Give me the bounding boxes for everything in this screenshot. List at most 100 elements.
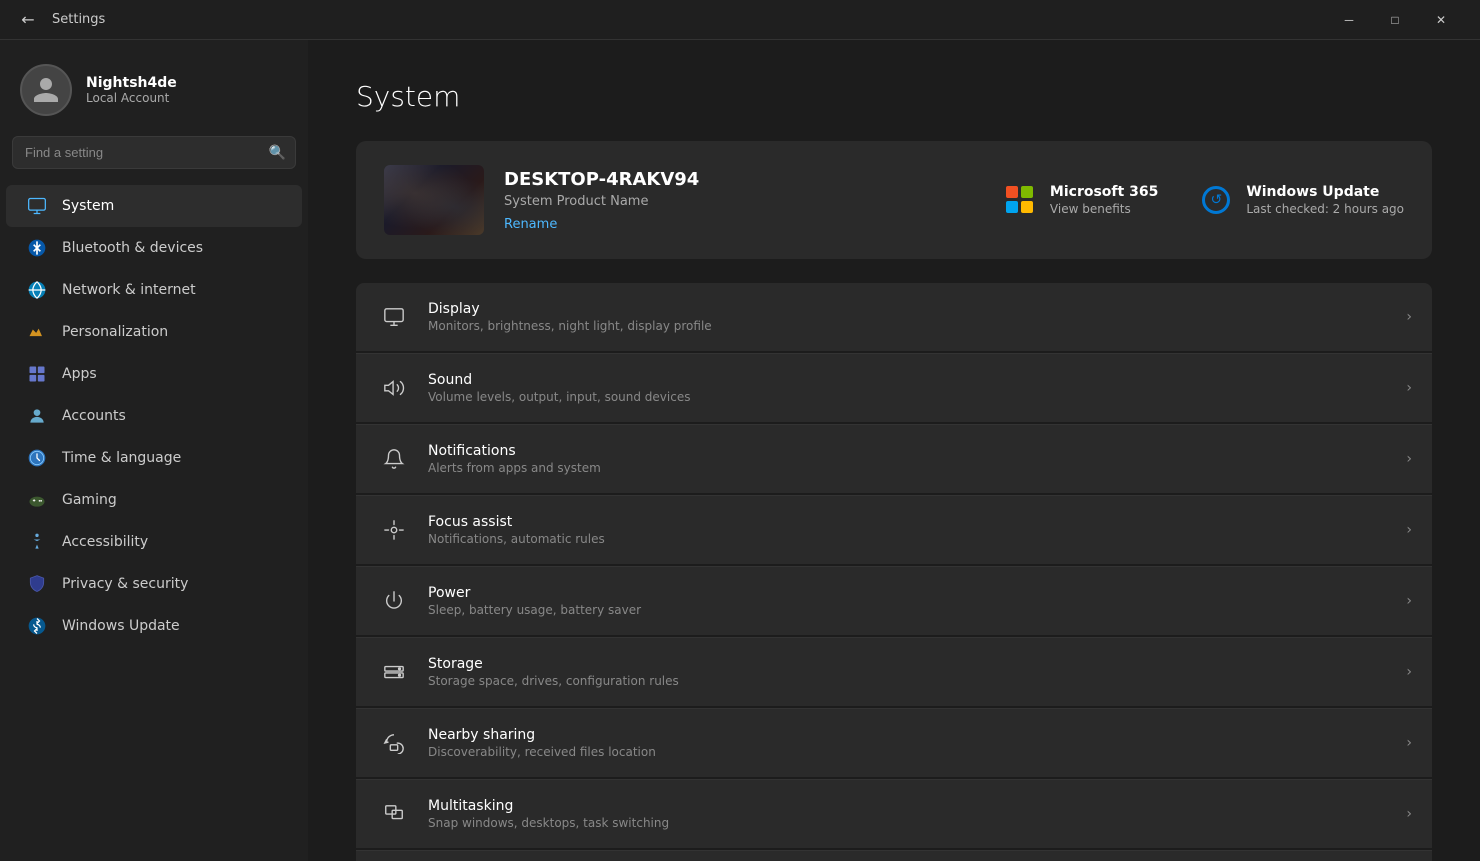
sidebar-item-accounts[interactable]: Accounts	[6, 395, 302, 437]
back-button[interactable]: ←	[16, 8, 40, 32]
display-name: Display	[428, 301, 1406, 317]
nearby-icon	[376, 725, 412, 761]
sound-icon	[376, 370, 412, 406]
microsoft365-text: Microsoft 365 View benefits	[1050, 184, 1158, 216]
settings-item-storage[interactable]: Storage Storage space, drives, configura…	[356, 637, 1432, 706]
settings-item-focus[interactable]: Focus assist Notifications, automatic ru…	[356, 495, 1432, 564]
avatar	[20, 64, 72, 116]
sidebar-item-bluetooth[interactable]: Bluetooth & devices	[6, 227, 302, 269]
multitasking-text: Multitasking Snap windows, desktops, tas…	[428, 798, 1406, 830]
microsoft365-feature[interactable]: Microsoft 365 View benefits	[1002, 182, 1158, 218]
sidebar-item-label-privacy: Privacy & security	[62, 576, 188, 592]
sidebar-item-system[interactable]: System	[6, 185, 302, 227]
device-info-left: DESKTOP-4RAKV94 System Product Name Rena…	[384, 165, 699, 235]
personalization-icon	[26, 321, 48, 343]
focus-icon	[376, 512, 412, 548]
sidebar-item-apps[interactable]: Apps	[6, 353, 302, 395]
sidebar-nav: System Bluetooth & devices	[0, 185, 308, 647]
sidebar-item-label-windows-update: Windows Update	[62, 618, 180, 634]
sidebar-item-network[interactable]: Network & internet	[6, 269, 302, 311]
search-input[interactable]	[12, 136, 296, 169]
windows-update-text: Windows Update Last checked: 2 hours ago	[1246, 184, 1404, 216]
close-button[interactable]: ✕	[1418, 4, 1464, 36]
notifications-text: Notifications Alerts from apps and syste…	[428, 443, 1406, 475]
microsoft365-sublabel: View benefits	[1050, 202, 1158, 216]
windows-update-feature-icon: ↺	[1198, 182, 1234, 218]
sidebar-item-windows-update[interactable]: Windows Update	[6, 605, 302, 647]
microsoft365-icon	[1002, 182, 1038, 218]
settings-item-activation[interactable]: Activation ›	[356, 850, 1432, 861]
sidebar-item-label-gaming: Gaming	[62, 492, 117, 508]
sidebar-item-label-accounts: Accounts	[62, 408, 126, 424]
accessibility-icon	[26, 531, 48, 553]
nearby-name: Nearby sharing	[428, 727, 1406, 743]
sidebar: Nightsh4de Local Account 🔍 System	[0, 40, 308, 861]
settings-item-display[interactable]: Display Monitors, brightness, night ligh…	[356, 283, 1432, 351]
privacy-icon	[26, 573, 48, 595]
device-info: DESKTOP-4RAKV94 System Product Name Rena…	[504, 169, 699, 232]
sidebar-item-label-time: Time & language	[62, 450, 181, 466]
user-account-type: Local Account	[86, 91, 177, 105]
maximize-button[interactable]: □	[1372, 4, 1418, 36]
focus-desc: Notifications, automatic rules	[428, 532, 1406, 546]
multitasking-desc: Snap windows, desktops, task switching	[428, 816, 1406, 830]
titlebar: ← Settings ─ □ ✕	[0, 0, 1480, 40]
power-name: Power	[428, 585, 1406, 601]
device-type: System Product Name	[504, 194, 699, 209]
network-icon	[26, 279, 48, 301]
sidebar-item-label-accessibility: Accessibility	[62, 534, 148, 550]
user-info: Nightsh4de Local Account	[86, 75, 177, 105]
display-icon	[376, 299, 412, 335]
power-chevron: ›	[1406, 593, 1412, 609]
display-text: Display Monitors, brightness, night ligh…	[428, 301, 1406, 333]
back-icon: ←	[21, 10, 34, 29]
sound-text: Sound Volume levels, output, input, soun…	[428, 372, 1406, 404]
power-desc: Sleep, battery usage, battery saver	[428, 603, 1406, 617]
windows-update-feature[interactable]: ↺ Windows Update Last checked: 2 hours a…	[1198, 182, 1404, 218]
device-image	[384, 165, 484, 235]
windows-update-feature-label: Windows Update	[1246, 184, 1404, 200]
sidebar-item-accessibility[interactable]: Accessibility	[6, 521, 302, 563]
device-features: Microsoft 365 View benefits ↺ Windows Up…	[1002, 182, 1404, 218]
sidebar-item-label-bluetooth: Bluetooth & devices	[62, 240, 203, 256]
display-desc: Monitors, brightness, night light, displ…	[428, 319, 1406, 333]
device-card: DESKTOP-4RAKV94 System Product Name Rena…	[356, 141, 1432, 259]
storage-chevron: ›	[1406, 664, 1412, 680]
device-rename-link[interactable]: Rename	[504, 217, 699, 232]
sound-chevron: ›	[1406, 380, 1412, 396]
multitasking-name: Multitasking	[428, 798, 1406, 814]
settings-item-notifications[interactable]: Notifications Alerts from apps and syste…	[356, 424, 1432, 493]
multitasking-chevron: ›	[1406, 806, 1412, 822]
nearby-chevron: ›	[1406, 735, 1412, 751]
settings-list: Display Monitors, brightness, night ligh…	[356, 283, 1432, 861]
focus-name: Focus assist	[428, 514, 1406, 530]
user-profile[interactable]: Nightsh4de Local Account	[0, 40, 308, 136]
sidebar-item-time[interactable]: Time & language	[6, 437, 302, 479]
user-name: Nightsh4de	[86, 75, 177, 91]
multitasking-icon	[376, 796, 412, 832]
settings-item-sound[interactable]: Sound Volume levels, output, input, soun…	[356, 353, 1432, 422]
time-icon	[26, 447, 48, 469]
settings-item-multitasking[interactable]: Multitasking Snap windows, desktops, tas…	[356, 779, 1432, 848]
sound-desc: Volume levels, output, input, sound devi…	[428, 390, 1406, 404]
microsoft365-label: Microsoft 365	[1050, 184, 1158, 200]
storage-icon	[376, 654, 412, 690]
windows-update-feature-sublabel: Last checked: 2 hours ago	[1246, 202, 1404, 216]
page-title: System	[356, 80, 1432, 113]
settings-item-power[interactable]: Power Sleep, battery usage, battery save…	[356, 566, 1432, 635]
apps-icon	[26, 363, 48, 385]
sidebar-item-privacy[interactable]: Privacy & security	[6, 563, 302, 605]
settings-item-nearby[interactable]: Nearby sharing Discoverability, received…	[356, 708, 1432, 777]
content-area: System DESKTOP-4RAKV94 System Product Na…	[308, 40, 1480, 861]
bluetooth-icon	[26, 237, 48, 259]
gaming-icon	[26, 489, 48, 511]
window-controls: ─ □ ✕	[1326, 4, 1464, 36]
minimize-button[interactable]: ─	[1326, 4, 1372, 36]
notifications-chevron: ›	[1406, 451, 1412, 467]
sidebar-item-gaming[interactable]: Gaming	[6, 479, 302, 521]
sidebar-item-personalization[interactable]: Personalization	[6, 311, 302, 353]
user-avatar-icon	[31, 75, 61, 105]
sidebar-item-label-network: Network & internet	[62, 282, 196, 298]
display-chevron: ›	[1406, 309, 1412, 325]
notifications-desc: Alerts from apps and system	[428, 461, 1406, 475]
